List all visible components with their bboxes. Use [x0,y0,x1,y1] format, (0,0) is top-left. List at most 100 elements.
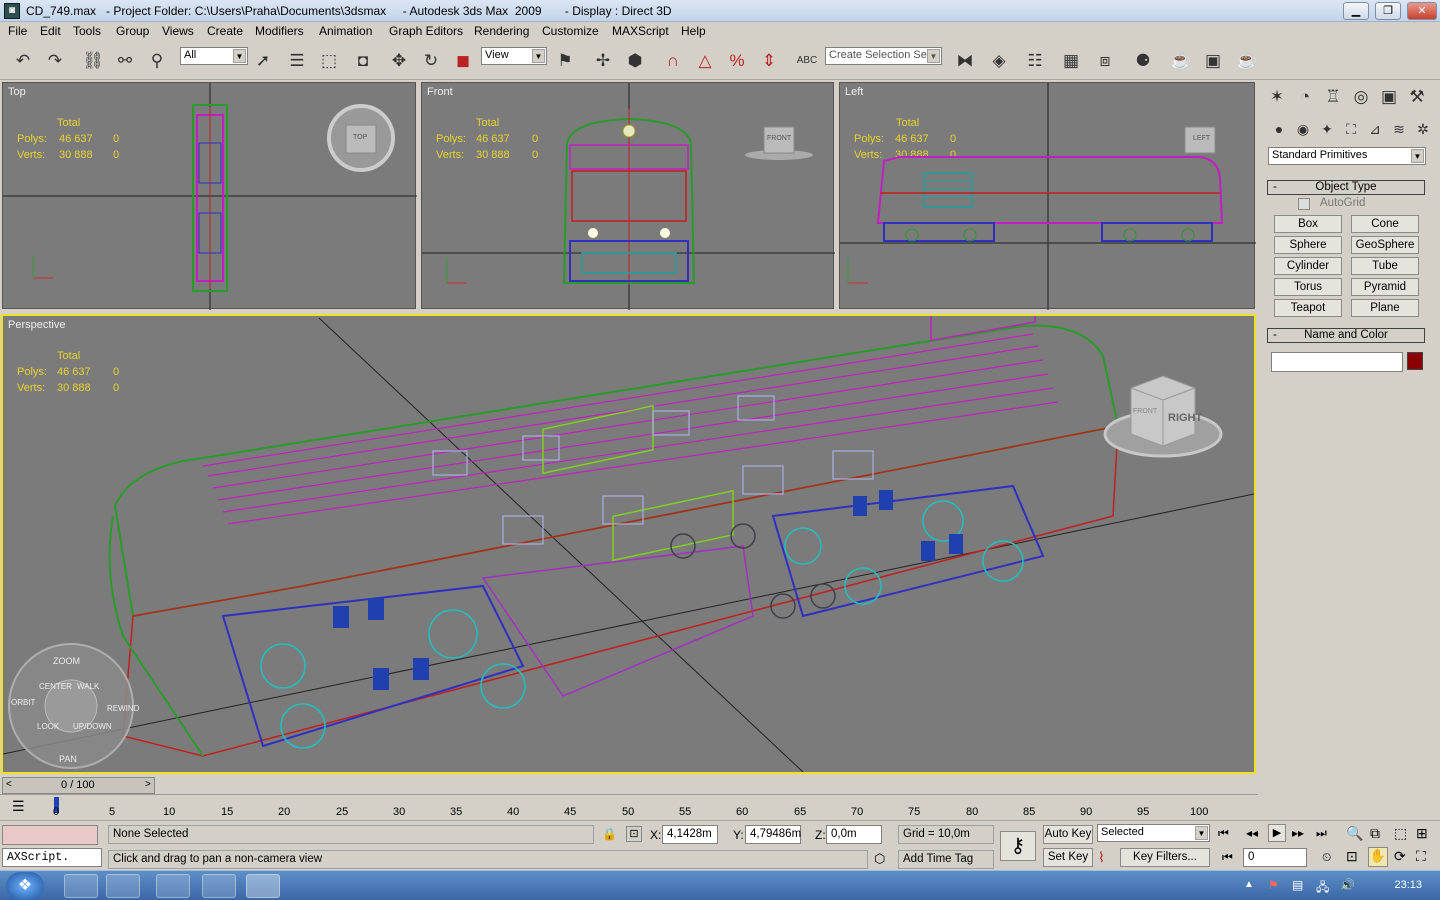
create-tab-icon[interactable]: ✶ [1264,84,1290,110]
minimize-button[interactable]: ▁ [1343,2,1369,20]
default-in-out-tangents-icon[interactable]: ⌇ [1098,849,1105,866]
select-and-rotate-icon[interactable]: ↻ [418,48,444,74]
viewport-front[interactable]: Front Total Polys: 46 637 0 Verts: 30 88… [421,82,835,310]
box-button[interactable]: Box [1274,215,1342,233]
tray-expand-icon[interactable]: ▲ [1244,879,1254,890]
reference-coordinate-dropdown[interactable]: View ▼ [481,47,547,65]
sphere-button[interactable]: Sphere [1274,236,1342,254]
name-and-color-rollout[interactable]: - Name and Color [1267,328,1425,343]
layer-manager-icon[interactable]: ☷ [1022,48,1048,74]
viewcube-left[interactable]: LEFT [1193,135,1210,142]
wheel-center[interactable]: CENTER [39,682,72,691]
viewcube-right[interactable]: RIGHT [1168,412,1202,424]
menu-customize[interactable]: Customize [542,24,599,38]
cameras-icon[interactable]: ⛶ [1338,116,1364,142]
orbit-icon[interactable]: ⟳ [1394,848,1406,865]
time-tag-icon[interactable]: ⬡ [874,851,885,867]
previous-frame-icon[interactable]: ◂◂ [1246,826,1258,840]
key-filters-button[interactable]: Key Filters... [1120,848,1210,867]
viewcube-front[interactable]: FRONT [767,135,791,142]
angle-snap-icon[interactable]: △ [692,48,718,74]
tray-security-icon[interactable]: ⚑ [1268,878,1279,892]
start-button[interactable]: ❖ [6,872,44,900]
material-editor-icon[interactable]: ⚈ [1130,48,1156,74]
utilities-tab-icon[interactable]: ⚒ [1404,84,1430,110]
viewcube-front-face[interactable]: FRONT [1133,408,1157,415]
cylinder-button[interactable]: Cylinder [1274,257,1342,275]
taskbar-save-icon[interactable] [156,874,190,898]
absolute-mode-toggle-icon[interactable]: ⊡ [626,826,642,842]
geosphere-button[interactable]: GeoSphere [1351,236,1419,254]
use-pivot-center-icon[interactable]: ⚑ [552,48,578,74]
menu-file[interactable]: File [8,24,27,38]
play-icon[interactable]: ▶ [1268,824,1286,842]
key-mode-toggle-icon[interactable]: ⏮ [1222,850,1233,865]
window-crossing-icon[interactable]: ◘ [350,48,376,74]
schematic-view-icon[interactable]: ⧈ [1092,48,1118,74]
plane-button[interactable]: Plane [1351,299,1419,317]
y-coordinate-field[interactable]: 4,79486m [745,825,801,844]
object-name-input[interactable] [1271,352,1403,372]
3dsmax-app-icon[interactable]: ◙ [4,3,20,19]
primitive-category-dropdown[interactable]: Standard Primitives ▼ [1268,147,1426,165]
go-to-start-icon[interactable]: ⏮ [1218,826,1229,841]
lights-icon[interactable]: ✦ [1314,116,1340,142]
wheel-walk[interactable]: WALK [77,682,99,691]
maxscript-listener-top[interactable] [2,825,98,845]
maximize-viewport-icon[interactable]: ⛶ [1416,848,1426,865]
object-type-rollout[interactable]: - Object Type [1267,180,1425,195]
menu-views[interactable]: Views [162,24,194,38]
set-key-icon[interactable]: ⚷ [1000,831,1036,861]
percent-snap-icon[interactable]: % [724,48,750,74]
motion-tab-icon[interactable]: ◎ [1348,84,1374,110]
tray-volume-icon[interactable]: 🔊 [1340,878,1355,892]
clock[interactable]: 23:13 [1394,879,1422,891]
rendered-frame-window-icon[interactable]: ▣ [1200,48,1226,74]
select-and-manipulate-icon[interactable]: ✢ [590,48,616,74]
select-and-link-icon[interactable]: ⛓ [80,48,106,74]
tray-device-icon[interactable]: ▤ [1292,878,1303,892]
selection-filter-dropdown[interactable]: All ▼ [180,47,248,65]
set-key-button[interactable]: Set Key [1043,848,1093,867]
geometry-icon[interactable]: ● [1266,116,1292,142]
cone-button[interactable]: Cone [1351,215,1419,233]
object-color-swatch[interactable] [1407,352,1423,370]
autogrid-checkbox[interactable] [1298,198,1310,210]
wheel-up-down[interactable]: UP/DOWN [73,722,112,731]
menu-edit[interactable]: Edit [40,24,61,38]
bind-to-space-warp-icon[interactable]: ⚲ [144,48,170,74]
zoom-extents-icon[interactable]: ⬚ [1394,825,1407,842]
undo-icon[interactable]: ↶ [10,48,36,74]
curve-editor-icon[interactable]: ▦ [1058,48,1084,74]
add-time-tag-button[interactable]: Add Time Tag [898,850,994,869]
wheel-zoom[interactable]: ZOOM [53,656,80,666]
current-frame-field[interactable]: 0 [1243,848,1307,867]
align-icon[interactable]: ◈ [986,48,1012,74]
maxscript-mini-listener[interactable]: AXScript. [2,848,102,867]
taskbar-ie-icon[interactable] [202,874,236,898]
pyramid-button[interactable]: Pyramid [1351,278,1419,296]
spinner-snap-icon[interactable]: ⇕ [756,48,782,74]
lock-selection-icon[interactable]: 🔒 [602,827,617,841]
menu-graph-editors[interactable]: Graph Editors [389,24,463,38]
helpers-icon[interactable]: ⊿ [1362,116,1388,142]
mirror-icon[interactable]: ⧓ [952,48,978,74]
taskbar-app-icon[interactable] [106,874,140,898]
menu-maxscript[interactable]: MAXScript [612,24,669,38]
pan-view-icon[interactable]: ✋ [1368,847,1388,867]
zoom-icon[interactable]: 🔍 [1346,825,1363,842]
track-bar[interactable]: ☰ 0 5 10 15 20 25 30 35 40 45 50 55 60 6… [0,794,1258,820]
zoom-all-icon[interactable]: ⧉ [1370,825,1380,842]
select-and-scale-icon[interactable]: ◼ [450,48,476,74]
key-mode-dropdown[interactable]: Selected ▼ [1097,824,1210,842]
menu-help[interactable]: Help [681,24,706,38]
snaps-toggle-icon[interactable]: ∩ [660,48,686,74]
teapot-button[interactable]: Teapot [1274,299,1342,317]
display-tab-icon[interactable]: ▣ [1376,84,1402,110]
go-to-end-icon[interactable]: ⏭ [1316,826,1327,841]
maximize-button[interactable]: ❐ [1375,2,1401,20]
tube-button[interactable]: Tube [1351,257,1419,275]
time-slider-prev-icon[interactable]: < [6,779,12,790]
menu-animation[interactable]: Animation [319,24,372,38]
menu-modifiers[interactable]: Modifiers [255,24,304,38]
